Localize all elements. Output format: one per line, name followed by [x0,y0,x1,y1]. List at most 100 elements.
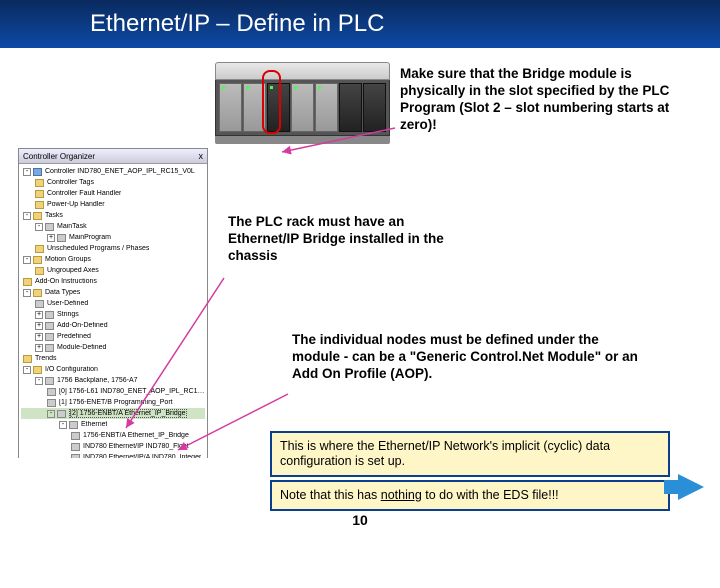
note2-a: Note that this has [280,488,381,502]
expand-icon[interactable]: + [47,234,55,242]
annotation-slot: Make sure that the Bridge module is phys… [400,66,690,134]
expand-icon[interactable]: + [35,311,43,319]
tree-label: Ungrouped Axes [47,267,99,274]
note2-underline: nothing [381,488,422,502]
tree-label: 1756 Backplane, 1756-A7 [57,377,138,384]
tree-label: Controller IND780_ENET_AOP_IPL_RC15_V0L [45,168,195,175]
folder-icon [71,454,80,459]
folder-icon [71,443,80,451]
expand-icon[interactable]: + [35,344,43,352]
folder-icon [45,322,54,330]
next-arrow-icon[interactable] [678,474,704,500]
plc-rack-image [215,62,390,146]
tree-row[interactable]: User-Defined [21,298,205,309]
folder-icon [33,256,42,264]
folder-icon [33,212,42,220]
tree-label: Module-Defined [57,344,106,351]
note2-b: to do with the EDS file!!! [422,488,559,502]
tree-row[interactable]: - Motion Groups [21,254,205,265]
expand-icon[interactable]: - [35,377,43,385]
tree-row[interactable]: Trends [21,353,205,364]
close-icon[interactable]: x [199,151,204,161]
tree-row[interactable]: Controller Tags [21,177,205,188]
tree-label: Strings [57,311,79,318]
folder-icon [33,289,42,297]
tree-label: Predefined [57,333,91,340]
annotation-rack: The PLC rack must have an Ethernet/IP Br… [228,214,468,265]
folder-icon [57,234,66,242]
folder-icon [47,388,56,396]
tree-label: Add-On-Defined [57,322,108,329]
tree-row[interactable]: - Controller IND780_ENET_AOP_IPL_RC15_V0L [21,166,205,177]
tree-row[interactable]: -I/O Configuration [21,364,205,375]
page-number: 10 [0,512,720,528]
expand-icon[interactable]: + [35,333,43,341]
tree-label: Motion Groups [45,256,91,263]
tree-row[interactable]: [1] 1756-ENET/B Programming_Port [21,397,205,408]
tree-label: Data Types [45,289,80,296]
folder-icon [35,201,44,209]
tree-row[interactable]: IND780 Ethernet/IP/A IND780_Integer [21,452,205,458]
tree-label: Controller Tags [47,179,94,186]
expand-icon[interactable]: - [23,366,31,374]
page-title: Ethernet/IP – Define in PLC [90,10,384,38]
tree-title: Controller Organizer [23,152,95,161]
tree-label: Controller Fault Handler [47,190,121,197]
tree-label: Ethernet [81,421,107,428]
tree-row[interactable]: - Ethernet [21,419,205,430]
expand-icon[interactable]: - [23,212,31,220]
tree-label: Power-Up Handler [47,201,105,208]
tree-row[interactable]: 1756-ENBT/A Ethernet_IP_Bridge [21,430,205,441]
tree-label: IND780 Ethernet/IP IND780_Float [83,443,189,450]
slide-content: Controller Organizer x - Controller IND78… [0,48,720,540]
folder-icon [23,278,32,286]
tree-label: IND780 Ethernet/IP/A IND780_Integer [83,454,201,458]
expand-icon[interactable]: + [35,322,43,330]
controller-organizer-panel: Controller Organizer x - Controller IND78… [18,148,208,458]
expand-icon[interactable]: - [23,289,31,297]
tree-label: [1] 1756-ENET/B Programming_Port [59,399,173,406]
tree-row[interactable]: IND780 Ethernet/IP IND780_Float [21,441,205,452]
tree-row[interactable]: Ungrouped Axes [21,265,205,276]
expand-icon[interactable]: - [59,421,67,429]
note-box-1: This is where the Ethernet/IP Network's … [270,431,670,477]
folder-icon [47,399,56,407]
tree-label: MainProgram [69,234,111,241]
tree-row[interactable]: + MainProgram [21,232,205,243]
tree-row[interactable]: Power-Up Handler [21,199,205,210]
tree-row[interactable]: Controller Fault Handler [21,188,205,199]
tree-row[interactable]: - Data Types [21,287,205,298]
expand-icon[interactable]: - [35,223,43,231]
tree-row[interactable]: + Predefined [21,331,205,342]
tree-row[interactable]: - 1756 Backplane, 1756-A7 [21,375,205,386]
tree-row[interactable]: Unscheduled Programs / Phases [21,243,205,254]
tree-label: [0] 1756-L61 IND780_ENET_AOP_IPL_RC15_V0… [59,388,205,395]
tree-row[interactable]: + Add-On-Defined [21,320,205,331]
tree-row[interactable]: -Tasks [21,210,205,221]
expand-icon[interactable]: - [23,256,31,264]
folder-icon [35,190,44,198]
tree-row[interactable]: - [2] 1756-ENBT/A Ethernet_IP_Bridge [21,408,205,419]
expand-icon[interactable]: - [23,168,31,176]
folder-icon [45,333,54,341]
folder-icon [35,179,44,187]
note-box-2: Note that this has nothing to do with th… [270,480,670,511]
tree-row[interactable]: - MainTask [21,221,205,232]
tree-row[interactable]: [0] 1756-L61 IND780_ENET_AOP_IPL_RC15_V0… [21,386,205,397]
folder-icon [35,267,44,275]
folder-icon [33,366,42,374]
tree-header: Controller Organizer x [19,149,207,164]
tree-label: [2] 1756-ENBT/A Ethernet_IP_Bridge [69,409,187,418]
folder-icon [57,410,66,418]
folder-icon [35,300,44,308]
folder-icon [69,421,78,429]
folder-icon [35,245,44,253]
tree-row[interactable]: + Strings [21,309,205,320]
tree-row[interactable]: Add-On Instructions [21,276,205,287]
tree-row[interactable]: + Module-Defined [21,342,205,353]
slot-highlight [262,70,281,134]
tree-label: MainTask [57,223,87,230]
expand-icon[interactable]: - [47,410,55,418]
tree-label: Unscheduled Programs / Phases [47,245,149,252]
folder-icon [45,344,54,352]
